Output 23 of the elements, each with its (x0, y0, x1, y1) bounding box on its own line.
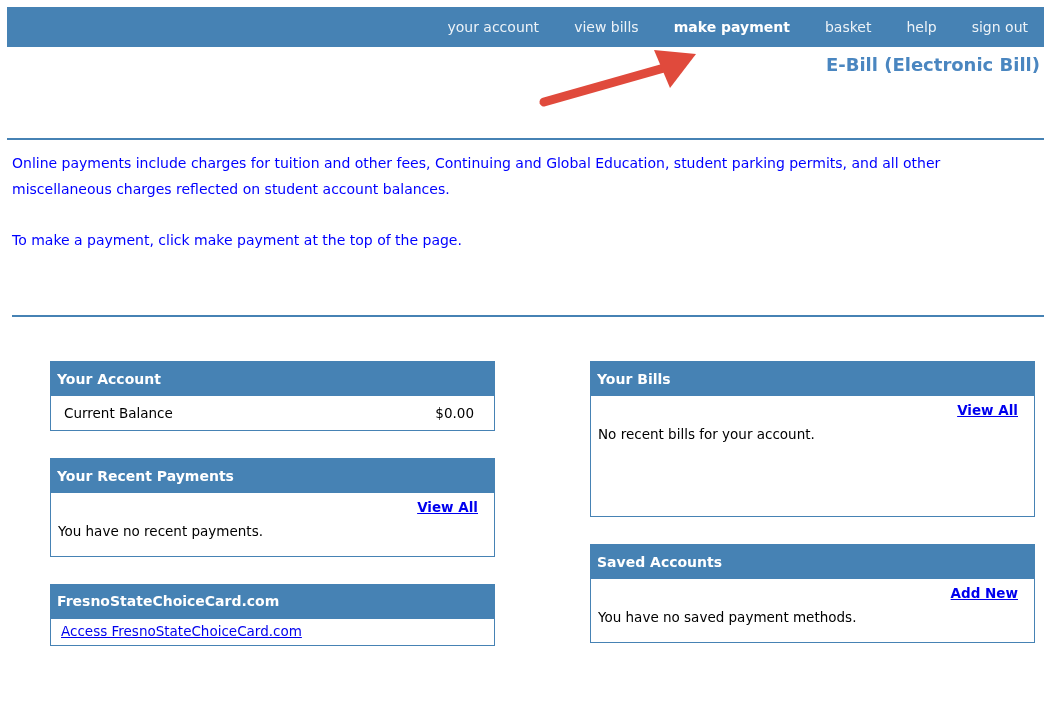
panel-message: You have no recent payments. (58, 522, 264, 542)
balance-amount: $0.00 (435, 403, 474, 423)
nav-link[interactable]: your account (447, 16, 540, 38)
nav-link[interactable]: make payment (673, 16, 790, 38)
nav-link[interactable]: sign out (971, 16, 1028, 38)
page-title: E-Bill (Electronic Bill) (825, 53, 1040, 77)
nav-link[interactable]: help (906, 16, 937, 38)
view-link[interactable]: View All (417, 497, 478, 518)
panel-header: Saved Accounts (591, 545, 1034, 579)
balance-label: Current Balance (64, 403, 173, 423)
intro-paragraph: To make a payment, click make payment at the top of the page. (12, 231, 463, 250)
nav-link[interactable]: view bills (574, 16, 639, 38)
nav-link[interactable]: basket (824, 16, 872, 38)
panel-message: No recent bills for your account. (598, 425, 816, 445)
panel-header: Your Bills (591, 362, 1034, 396)
panel-header: Your Account (51, 362, 494, 396)
panel-message: You have no saved payment methods. (598, 608, 858, 628)
panel-header: FresnoStateChoiceCard.com (51, 584, 494, 619)
intro-paragraph: Online payments include charges for tuition and other fees, Continuing and Global Education, student parking permits, and all other miscellaneous charges reflected on student account balances. (12, 154, 942, 199)
panel-header: Your Recent Payments (51, 459, 494, 493)
external-link[interactable]: Access FresnoStateChoiceCard.com (61, 621, 302, 642)
view-link[interactable]: View All (957, 400, 1018, 421)
view-link[interactable]: Add New (950, 583, 1018, 604)
